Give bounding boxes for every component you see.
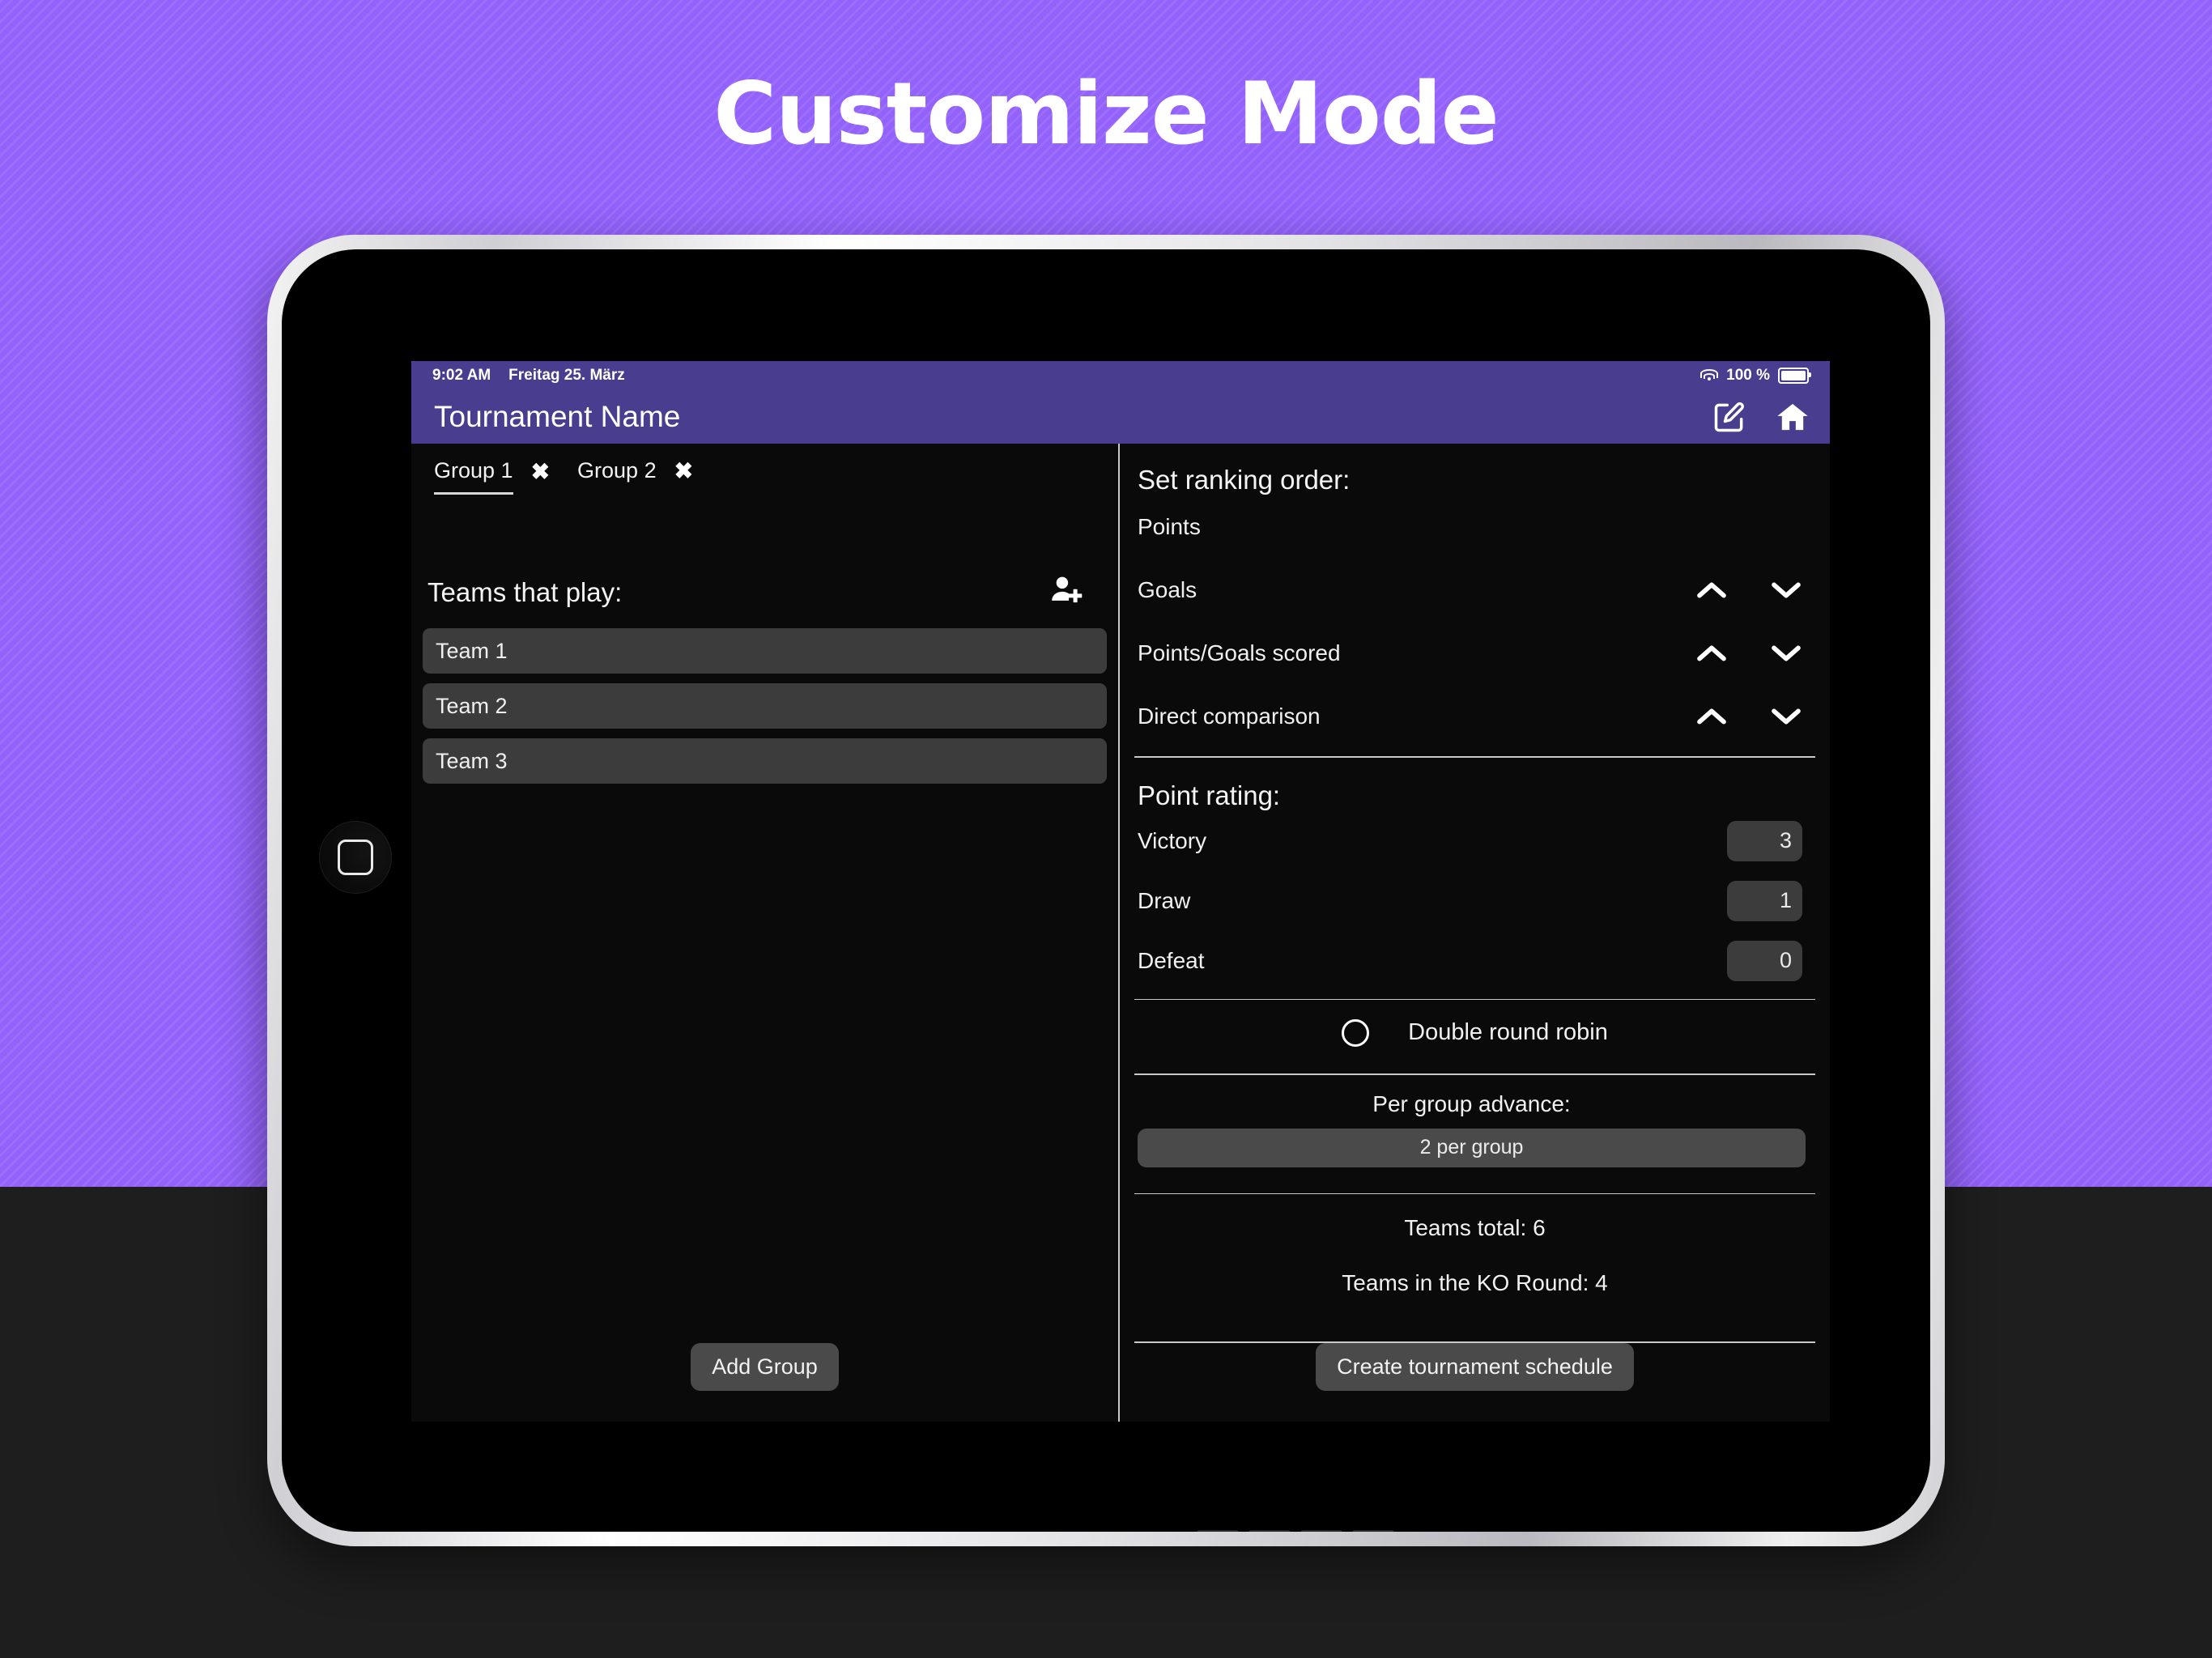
point-rating-label: Defeat xyxy=(1138,947,1205,973)
sidebar-item-group-2[interactable]: Group 2 ✖ xyxy=(566,453,706,492)
tablet-bezel: 9:02 AM Freitag 25. März 100 % Tournamen… xyxy=(282,249,1930,1532)
ranking-item-arrows xyxy=(1695,580,1802,601)
ranking-item-direct-comparison: Direct comparison xyxy=(1134,685,1806,748)
chevron-up-icon[interactable] xyxy=(1695,706,1728,727)
point-rating-title: Point rating: xyxy=(1138,780,1281,810)
ranking-item-points-goals-scored: Points/Goals scored xyxy=(1134,622,1806,685)
status-time: 9:02 AM xyxy=(432,367,491,384)
ranking-item-label: Points xyxy=(1138,514,1201,539)
app-screen: 9:02 AM Freitag 25. März 100 % Tournamen… xyxy=(411,361,1830,1422)
settings-pane-footer: Create tournament schedule xyxy=(1120,1343,1830,1422)
team-name: Team 1 xyxy=(436,638,508,663)
team-name: Team 2 xyxy=(436,693,508,718)
ranking-item-label: Points/Goals scored xyxy=(1138,640,1341,665)
list-item[interactable]: Team 2 xyxy=(423,683,1107,729)
status-date: Freitag 25. März xyxy=(508,367,625,384)
battery-full-icon xyxy=(1778,368,1811,384)
defeat-points-input[interactable]: 0 xyxy=(1727,940,1802,981)
teams-header: Teams that play: xyxy=(423,574,1091,610)
draw-points-input[interactable]: 1 xyxy=(1727,880,1802,921)
per-group-advance-label: Per group advance: xyxy=(1372,1090,1571,1116)
double-round-robin-label: Double round robin xyxy=(1408,1019,1608,1046)
ranking-order-title: Set ranking order: xyxy=(1138,465,1351,495)
page-title: Tournament Name xyxy=(434,400,681,433)
per-group-advance-section: Per group advance: 2 per group xyxy=(1120,1075,1830,1185)
list-item[interactable]: Team 3 xyxy=(423,738,1107,784)
tablet-device: 9:02 AM Freitag 25. März 100 % Tournamen… xyxy=(267,235,1945,1546)
battery-percent-label: 100 % xyxy=(1726,367,1770,384)
hero-title: Customize Mode xyxy=(713,64,1499,164)
chevron-down-icon[interactable] xyxy=(1770,643,1802,664)
create-tournament-schedule-button[interactable]: Create tournament schedule xyxy=(1316,1343,1634,1391)
chevron-down-icon[interactable] xyxy=(1770,580,1802,601)
tab-label-group-1: Group 1 xyxy=(434,458,513,495)
ranking-item-arrows xyxy=(1695,643,1802,664)
point-rating-row-draw: Draw 1 xyxy=(1134,871,1806,931)
teams-header-label: Teams that play: xyxy=(428,576,623,607)
sidebar-item-group-1[interactable]: Group 1 ✖ xyxy=(423,453,563,495)
edit-icon[interactable] xyxy=(1712,399,1747,435)
victory-points-input[interactable]: 3 xyxy=(1727,820,1802,861)
point-rating-row-defeat: Defeat 0 xyxy=(1134,931,1806,991)
double-round-robin-row[interactable]: Double round robin xyxy=(1120,1000,1830,1065)
list-item[interactable]: Team 1 xyxy=(423,628,1107,674)
team-list: Team 1 Team 2 Team 3 xyxy=(423,628,1107,784)
ranking-item-goals: Goals xyxy=(1134,559,1806,622)
add-group-button[interactable]: Add Group xyxy=(691,1343,839,1391)
point-rating-row-victory: Victory 3 xyxy=(1134,811,1806,871)
status-bar: 9:02 AM Freitag 25. März 100 % xyxy=(411,361,1830,390)
ranking-item-label: Direct comparison xyxy=(1138,704,1321,729)
add-person-icon[interactable] xyxy=(1050,574,1086,610)
radio-unchecked-icon[interactable] xyxy=(1342,1018,1370,1047)
point-rating-section: Point rating: Victory 3 Draw 1 Defeat 0 xyxy=(1120,758,1830,991)
groups-pane: Group 1 ✖ Group 2 ✖ Teams that play: Tea… xyxy=(411,444,1120,1422)
teams-ko-round-label: Teams in the KO Round: 4 xyxy=(1342,1270,1608,1296)
rounded-square-home-icon xyxy=(338,840,373,875)
chevron-down-icon[interactable] xyxy=(1770,706,1802,727)
tab-label-group-2: Group 2 xyxy=(577,458,657,483)
chevron-up-icon[interactable] xyxy=(1695,580,1728,601)
app-bar-actions xyxy=(1712,399,1810,435)
wifi-icon xyxy=(1700,369,1719,382)
group-tabs: Group 1 ✖ Group 2 ✖ xyxy=(411,444,1118,495)
chevron-up-icon[interactable] xyxy=(1695,643,1728,664)
teams-total-label: Teams total: 6 xyxy=(1404,1215,1546,1241)
ranking-item-arrows xyxy=(1695,706,1802,727)
ranking-item-points: Points xyxy=(1134,495,1806,559)
app-bar-title-row: Tournament Name xyxy=(411,390,1830,444)
close-icon[interactable]: ✖ xyxy=(531,461,550,492)
groups-pane-footer: Add Group xyxy=(411,1343,1118,1422)
ranking-item-label: Goals xyxy=(1138,577,1197,602)
app-body: Group 1 ✖ Group 2 ✖ Teams that play: Tea… xyxy=(411,444,1830,1422)
settings-pane: Set ranking order: Points Goals Points/G… xyxy=(1120,444,1830,1422)
point-rating-label: Draw xyxy=(1138,887,1191,913)
ranking-order-section: Set ranking order: Points Goals Points/G… xyxy=(1120,444,1830,748)
team-name: Team 3 xyxy=(436,748,508,773)
device-speaker-grille xyxy=(1197,1530,1407,1532)
app-bar: 9:02 AM Freitag 25. März 100 % Tournamen… xyxy=(411,361,1830,444)
totals-section: Teams total: 6 Teams in the KO Round: 4 xyxy=(1120,1194,1830,1333)
device-home-button[interactable] xyxy=(319,821,392,894)
per-group-advance-select[interactable]: 2 per group xyxy=(1138,1128,1806,1167)
home-icon[interactable] xyxy=(1775,399,1810,435)
point-rating-label: Victory xyxy=(1138,827,1207,853)
close-icon[interactable]: ✖ xyxy=(674,459,693,491)
